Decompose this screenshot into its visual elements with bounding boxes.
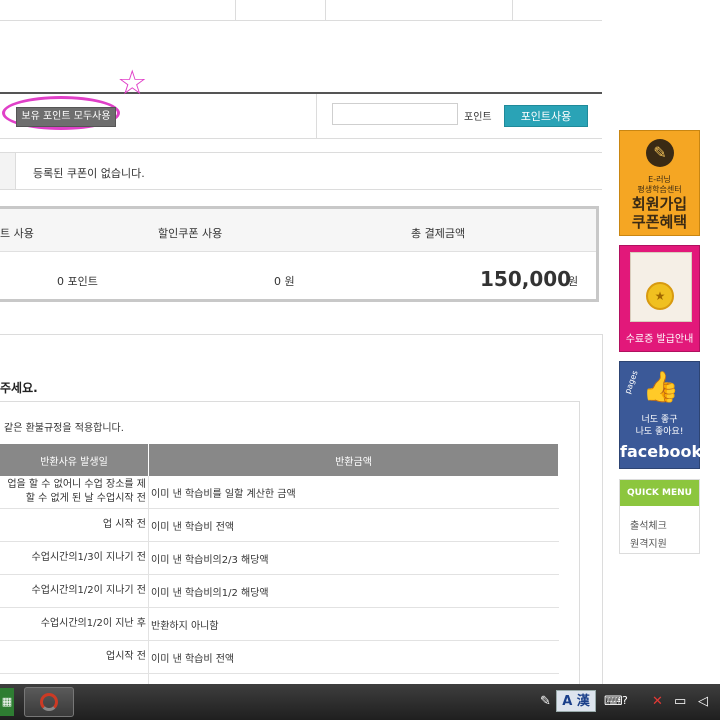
refund-cell-amount: 이미 낸 학습비 전액 [148,508,559,542]
cell-divider [325,0,326,20]
refund-header-amount: 반환금액 [148,444,559,476]
cell-divider [235,0,236,20]
summary-total-header: 총 결제금액 [411,227,466,240]
use-all-points-button[interactable]: 보유 포인트 모두사용 [16,107,116,127]
facebook-banner-text: 너도 좋구 나도 좋아요! [635,415,684,437]
refund-cell-reason: 수업시간의1/3이 지나기 전 [0,541,149,575]
facebook-banner[interactable]: pages 👍 너도 좋구 나도 좋아요! facebook [619,361,703,469]
refund-cell-amount: 이미 낸 학습비를 일할 계산한 금액 [148,476,559,509]
table-row: 수업시간의1/2이 지난 후 반환하지 아니함 [0,607,559,641]
banner-small-text: E-러닝 평생학습센터 [637,175,682,194]
table-row: 수업시간의1/3이 지나기 전 이미 낸 학습비의2/3 해당액 [0,541,559,575]
refund-cell-amount: 반환하지 아니함 [148,607,559,641]
table-row: 수업시간의1/2이 지나기 전 이미 낸 학습비의1/2 해당액 [0,574,559,608]
refund-title: 주세요. [0,381,38,395]
refund-cell-reason: 수업시간의1/2이 지나기 전 [0,574,149,608]
points-input[interactable] [332,103,458,125]
points-row: 보유 포인트 모두사용 포인트 포인트사용 [0,92,602,139]
summary-header [0,209,596,252]
table-row: 업 시작 전 이미 낸 학습비 전액 [0,508,559,542]
refund-table: 반환사유 발생일 반환금액 업을 할 수 없어니 수업 장소를 제 할 수 없게… [0,444,559,707]
points-left-cell: 보유 포인트 모두사용 [0,94,316,138]
ime-indicator[interactable]: A 漢 [556,690,596,712]
app-taskbar-button[interactable] [24,687,74,717]
top-table-row [0,0,602,21]
quick-menu-item-attendance[interactable]: 출석체크 [630,517,667,532]
payment-summary: 트 사용 할인쿠폰 사용 총 결제금액 0 포인트 0 원 150,000 원 [0,206,599,302]
keyboard-tray-icon[interactable]: ⌨ [604,694,623,709]
refund-cell-reason: 수업시간의1/2이 지난 후 [0,607,149,641]
summary-coupon-value: 0 원 [274,275,295,288]
pages-label: pages [623,369,640,396]
coupon-row: 등록된 쿠폰이 없습니다. [0,152,602,190]
refund-cell-reason: 업 시작 전 [0,508,149,542]
help-tray-icon[interactable]: ? [622,694,628,707]
refund-cell-amount: 이미 낸 학습비의2/3 해당액 [148,541,559,575]
summary-point-header: 트 사용 [0,227,34,240]
facebook-logo-text: facebook [620,442,703,461]
coupon-message: 등록된 쿠폰이 없습니다. [33,167,145,180]
signup-coupon-banner[interactable]: ✎ E-러닝 평생학습센터 회원가입 쿠폰혜택 [619,130,700,236]
refund-cell-amount: 이미 낸 학습비 전액 [148,640,559,674]
coupon-label-cell [0,153,16,189]
volume-icon[interactable]: ◁ [698,694,708,709]
lightbulb-icon: ✎ [646,139,674,167]
display-tray-icon[interactable]: ▭ [674,694,686,709]
thumbs-up-icon: 👍 [642,370,680,405]
refund-note: 같은 환불규정을 적용합니다. [4,423,124,434]
refund-cell-reason: 업을 할 수 없어니 수업 장소를 제 할 수 없게 된 날 수업시작 전 [0,476,149,509]
medal-icon: ★ [646,282,674,310]
pen-tray-icon[interactable]: ✎ [540,694,551,709]
refund-cell-amount: 이미 낸 학습비의1/2 해당액 [148,574,559,608]
app-icon [40,693,58,711]
summary-point-value: 0 포인트 [57,275,98,288]
quick-menu-title: QUICK MENU [620,480,699,506]
quick-menu-item-remote-support[interactable]: 원격지원 [630,535,667,550]
certificate-banner-text: 수료증 발급안내 [625,334,694,345]
taskbar: ▦ ✎ A 漢 ⌨ ? ✕ ▭ ◁ [0,684,720,720]
excel-taskbar-icon[interactable]: ▦ [0,688,14,716]
certificate-banner[interactable]: ★ 수료증 발급안내 [619,245,700,352]
cell-divider [316,94,317,138]
points-unit-label: 포인트 [464,112,492,123]
summary-total-value: 150,000 [480,267,572,291]
table-row: 업시작 전 이미 낸 학습비 전액 [0,640,559,674]
pink-star-icon: ☆ [117,63,148,103]
use-points-button[interactable]: 포인트사용 [504,105,588,127]
network-error-icon[interactable]: ✕ [652,694,663,709]
refund-header-date: 반환사유 발생일 [0,444,149,476]
banner-big-text: 회원가입 쿠폰혜택 [631,195,688,231]
summary-coupon-header: 할인쿠폰 사용 [158,227,223,240]
summary-total-unit: 원 [568,275,579,288]
quick-menu: QUICK MENU 출석체크 원격지원 [619,479,700,554]
refund-cell-reason: 업시작 전 [0,640,149,674]
table-row: 업을 할 수 없어니 수업 장소를 제 할 수 없게 된 날 수업시작 전 이미 … [0,476,559,509]
cell-divider [512,0,513,20]
